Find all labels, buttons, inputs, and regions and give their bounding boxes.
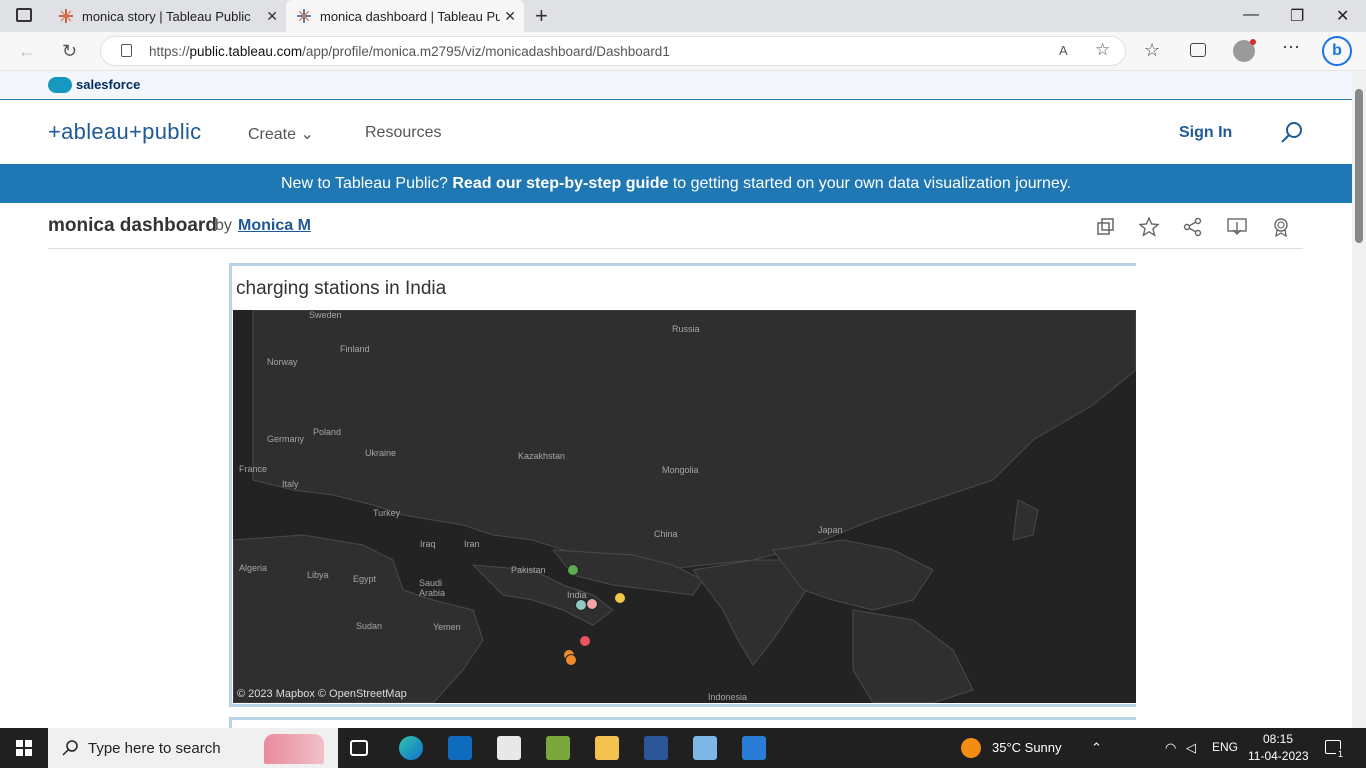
tab-monica-dashboard[interactable]: monica dashboard | Tableau Publ ✕ (286, 0, 524, 32)
bing-copilot-icon[interactable]: b (1322, 36, 1352, 66)
salesforce-cloud-icon (48, 77, 72, 93)
close-tab-icon[interactable]: ✕ (504, 8, 516, 25)
notification-count: 1 (1336, 749, 1346, 759)
minimize-button[interactable]: — (1243, 6, 1259, 24)
search-placeholder: Type here to search (88, 740, 221, 757)
map-attribution[interactable]: © 2023 Mapbox © OpenStreetMap (237, 688, 407, 700)
tableau-public-logo[interactable]: +ableau+public (48, 119, 201, 145)
language-indicator[interactable]: ENG (1212, 740, 1238, 754)
viz-title: monica dashboard (48, 215, 217, 236)
viz-title-row: monica dashboard by Monica M (48, 203, 1303, 249)
snowflake-app-icon[interactable] (693, 736, 717, 760)
taskbar-search-input[interactable]: Type here to search (48, 728, 338, 768)
nav-resources[interactable]: Resources (365, 124, 441, 142)
favorite-star-icon[interactable] (1139, 217, 1159, 237)
new-tab-button[interactable]: + (535, 3, 548, 29)
tableau-header: +ableau+public Create ⌄ Resources Sign I… (0, 100, 1352, 164)
game-app-icon[interactable] (546, 736, 570, 760)
close-window-button[interactable]: ✕ (1336, 6, 1349, 26)
salesforce-strip: salesforce (0, 71, 1352, 100)
page-scrollbar[interactable] (1352, 71, 1366, 728)
volume-icon[interactable]: ◁ (1186, 740, 1196, 756)
refresh-icon[interactable]: ↻ (62, 41, 77, 62)
tab-monica-story[interactable]: monica story | Tableau Public ✕ (48, 0, 286, 32)
windows-taskbar: Type here to search 35°C Sunny ⌃ ◠ ◁ ENG… (0, 728, 1366, 768)
back-arrow-icon[interactable]: ← (18, 41, 36, 62)
edge-app-icon[interactable] (399, 736, 423, 760)
tableau-favicon-icon (296, 8, 312, 24)
task-view-icon[interactable] (350, 740, 368, 756)
search-icon[interactable] (1280, 120, 1304, 144)
copy-icon[interactable] (1096, 217, 1116, 237)
tab-title: monica story | Tableau Public (82, 8, 251, 24)
banner-guide-link[interactable]: Read our step-by-step guide (452, 175, 668, 192)
clock-time[interactable]: 08:15 (1263, 732, 1293, 746)
share-icon[interactable] (1183, 217, 1203, 237)
windows-start-icon[interactable] (16, 740, 32, 756)
banner-prefix: New to Tableau Public? (280, 175, 453, 192)
read-aloud-icon[interactable]: A (1059, 43, 1068, 58)
collections-icon[interactable] (1190, 43, 1206, 57)
scrollbar-thumb[interactable] (1355, 89, 1363, 243)
tableau-favicon-icon (58, 8, 74, 24)
station-point[interactable] (586, 598, 598, 610)
close-tab-icon[interactable]: ✕ (266, 8, 278, 25)
station-point[interactable] (614, 592, 626, 604)
viz-author-link[interactable]: Monica M (238, 217, 311, 235)
favorites-icon[interactable]: ☆ (1144, 40, 1160, 61)
station-point[interactable] (575, 599, 587, 611)
weather-text[interactable]: 35°C Sunny (992, 740, 1062, 755)
chevron-up-icon[interactable]: ⌃ (1091, 740, 1102, 756)
viz-by-label: by (215, 217, 232, 234)
photos-app-icon[interactable] (742, 736, 766, 760)
mail-app-icon[interactable] (448, 736, 472, 760)
weather-sun-icon[interactable] (961, 738, 981, 758)
dashboard-frame: charging stations in India Sweden Finlan… (229, 263, 1136, 707)
download-icon[interactable] (1227, 217, 1247, 237)
station-point[interactable] (565, 654, 577, 666)
word-app-icon[interactable] (644, 736, 668, 760)
getting-started-banner: New to Tableau Public? Read our step-by-… (0, 164, 1352, 203)
menu-more-icon[interactable]: ··· (1282, 36, 1300, 57)
salesforce-label[interactable]: salesforce (76, 77, 140, 92)
charging-stations-map[interactable]: Sweden Finland Norway Russia Germany Pol… (233, 310, 1136, 703)
address-bar-row: ← ↻ https://public.tableau.com/app/profi… (0, 32, 1366, 71)
banner-suffix: to getting started on your own data visu… (668, 175, 1071, 192)
favorite-add-icon[interactable]: ☆ (1095, 40, 1110, 60)
dashboard-title: charging stations in India (236, 278, 447, 299)
browser-tabstrip: monica story | Tableau Public ✕ monica d… (0, 0, 1366, 32)
sign-in-link[interactable]: Sign In (1179, 124, 1232, 142)
station-point[interactable] (579, 635, 591, 647)
store-app-icon[interactable] (497, 736, 521, 760)
badge-icon[interactable] (1271, 217, 1291, 237)
network-icon[interactable]: ◠ (1165, 740, 1176, 756)
search-icon (62, 740, 78, 756)
url-input[interactable]: https://public.tableau.com/app/profile/m… (100, 36, 1126, 66)
station-point[interactable] (567, 564, 579, 576)
notification-dot-icon (1250, 39, 1256, 45)
file-explorer-icon[interactable] (595, 736, 619, 760)
tab-title: monica dashboard | Tableau Publ (320, 8, 500, 24)
station-points (563, 564, 626, 666)
tab-actions-icon[interactable] (16, 8, 32, 22)
url-text: https://public.tableau.com/app/profile/m… (149, 44, 670, 59)
clock-date[interactable]: 11-04-2023 (1248, 749, 1309, 763)
restore-button[interactable]: ❐ (1290, 6, 1304, 26)
valentine-decoration-icon (264, 734, 324, 764)
nav-create[interactable]: Create ⌄ (248, 124, 314, 144)
lock-icon (121, 44, 132, 57)
